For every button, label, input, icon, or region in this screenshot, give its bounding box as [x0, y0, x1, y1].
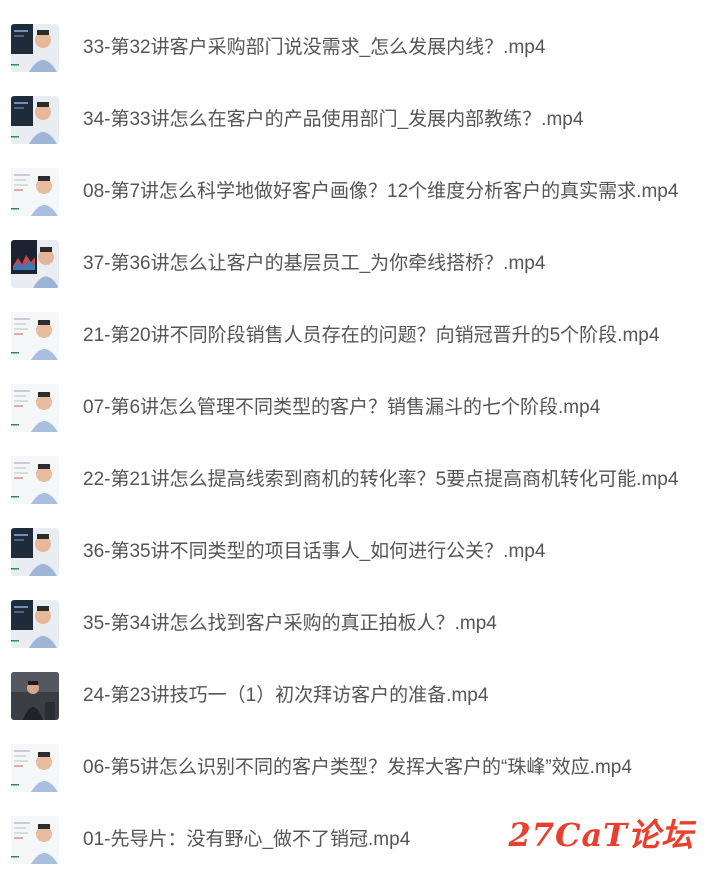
list-item[interactable]: 24-第23讲技巧一（1）初次拜访客户的准备.mp4: [0, 660, 710, 732]
video-thumbnail: [11, 240, 59, 288]
list-item[interactable]: 35-第34讲怎么找到客户采购的真正拍板人？.mp4: [0, 588, 710, 660]
video-thumbnail: [11, 816, 59, 864]
file-name: 33-第32讲客户采购部门说没需求_怎么发展内线？.mp4: [83, 37, 546, 58]
list-item[interactable]: 37-第36讲怎么让客户的基层员工_为你牵线搭桥？.mp4: [0, 228, 710, 300]
file-name: 34-第33讲怎么在客户的产品使用部门_发展内部教练？.mp4: [83, 109, 584, 130]
list-item[interactable]: 07-第6讲怎么管理不同类型的客户？销售漏斗的七个阶段.mp4: [0, 372, 710, 444]
list-item[interactable]: 22-第21讲怎么提高线索到商机的转化率？5要点提高商机转化可能.mp4: [0, 444, 710, 516]
file-name: 36-第35讲不同类型的项目话事人_如何进行公关？.mp4: [83, 541, 546, 562]
video-thumbnail: [11, 456, 59, 504]
file-name: 21-第20讲不同阶段销售人员存在的问题？向销冠晋升的5个阶段.mp4: [83, 325, 660, 346]
list-item[interactable]: 36-第35讲不同类型的项目话事人_如何进行公关？.mp4: [0, 516, 710, 588]
file-name: 07-第6讲怎么管理不同类型的客户？销售漏斗的七个阶段.mp4: [83, 397, 601, 418]
file-name: 01-先导片：没有野心_做不了销冠.mp4: [83, 829, 411, 850]
watermark-logo: 27CaT论坛: [508, 816, 694, 854]
video-thumbnail: [11, 384, 59, 432]
file-name: 06-第5讲怎么识别不同的客户类型？发挥大客户的“珠峰”效应.mp4: [83, 757, 632, 778]
file-list: 33-第32讲客户采购部门说没需求_怎么发展内线？.mp4 34-第33讲怎么在…: [0, 0, 710, 876]
video-thumbnail: [11, 168, 59, 216]
list-item[interactable]: 21-第20讲不同阶段销售人员存在的问题？向销冠晋升的5个阶段.mp4: [0, 300, 710, 372]
video-thumbnail: [11, 96, 59, 144]
list-item[interactable]: 06-第5讲怎么识别不同的客户类型？发挥大客户的“珠峰”效应.mp4: [0, 732, 710, 804]
list-item[interactable]: 08-第7讲怎么科学地做好客户画像？12个维度分析客户的真实需求.mp4: [0, 156, 710, 228]
file-name: 37-第36讲怎么让客户的基层员工_为你牵线搭桥？.mp4: [83, 253, 546, 274]
video-thumbnail: [11, 528, 59, 576]
file-name: 22-第21讲怎么提高线索到商机的转化率？5要点提高商机转化可能.mp4: [83, 469, 679, 490]
video-thumbnail: [11, 672, 59, 720]
video-thumbnail: [11, 312, 59, 360]
file-name: 08-第7讲怎么科学地做好客户画像？12个维度分析客户的真实需求.mp4: [83, 181, 679, 202]
video-thumbnail: [11, 600, 59, 648]
list-item[interactable]: 34-第33讲怎么在客户的产品使用部门_发展内部教练？.mp4: [0, 84, 710, 156]
video-thumbnail: [11, 744, 59, 792]
video-thumbnail: [11, 24, 59, 72]
list-item[interactable]: 33-第32讲客户采购部门说没需求_怎么发展内线？.mp4: [0, 12, 710, 84]
file-name: 35-第34讲怎么找到客户采购的真正拍板人？.mp4: [83, 613, 497, 634]
file-name: 24-第23讲技巧一（1）初次拜访客户的准备.mp4: [83, 685, 489, 706]
